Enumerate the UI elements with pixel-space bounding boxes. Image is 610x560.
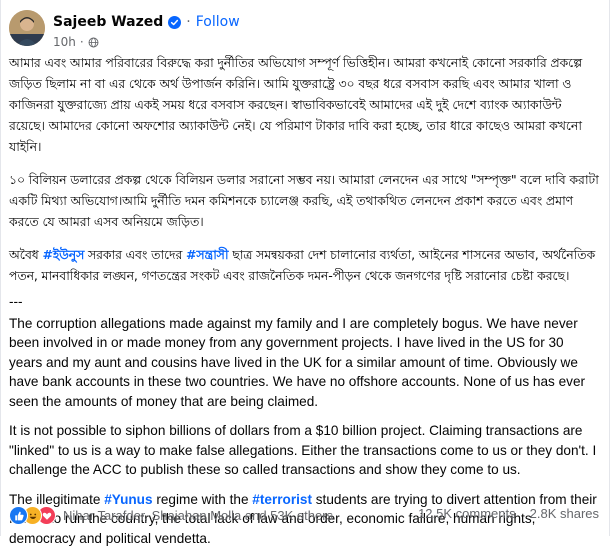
bangla-paragraph-3: অবৈধ #ইউনুস সরকার এবং তাদের #সন্ত্রাসী ছ… xyxy=(9,244,599,286)
post-body: আমার এবং আমার পরিবারের বিরুদ্ধে করা দুর্… xyxy=(9,52,599,560)
english-paragraph-2: It is not possible to siphon billions of… xyxy=(9,423,597,477)
bangla-paragraph-2: ১০ বিলিয়ন ডলারের প্রকল্প থেকে বিলিয়ন ড… xyxy=(9,172,599,229)
post-card: Sajeeb Wazed · Follow 10h · আমার এবং আমা… xyxy=(0,0,610,546)
post-meta: 10h · xyxy=(53,35,99,49)
hashtag-link[interactable]: #ইউনুস xyxy=(42,247,84,262)
post-footer: Nihar Tarafder, Shajahan Molla and 53K o… xyxy=(9,506,603,526)
shares-count[interactable]: 2.8K shares xyxy=(530,506,599,521)
post-header: Sajeeb Wazed · Follow 10h · xyxy=(9,8,589,52)
post-time[interactable]: 10h xyxy=(53,35,76,49)
follow-button[interactable]: Follow xyxy=(196,14,240,30)
author-row: Sajeeb Wazed · Follow xyxy=(53,14,240,30)
english-text: regime with the xyxy=(152,491,253,507)
separator-dot: · xyxy=(186,14,191,30)
hashtag-link[interactable]: #terrorist xyxy=(252,492,312,507)
comments-count[interactable]: 12.5K comments xyxy=(418,506,516,521)
meta-dot: · xyxy=(79,35,84,49)
avatar-image xyxy=(9,10,45,46)
english-paragraph-1: The corruption allegations made against … xyxy=(9,315,586,409)
author-name[interactable]: Sajeeb Wazed xyxy=(53,14,163,30)
globe-icon xyxy=(88,37,99,47)
hashtag-link[interactable]: #সন্ত্রাসী xyxy=(186,247,229,262)
bangla-text: অবৈধ xyxy=(9,247,43,262)
bangla-text: সরকার এবং তাদের xyxy=(84,247,186,262)
language-separator: --- xyxy=(9,294,23,309)
verified-badge-icon xyxy=(168,15,182,29)
english-text: The illegitimate xyxy=(9,491,105,507)
like-reaction-icon xyxy=(9,506,28,525)
bangla-paragraph-1: আমার এবং আমার পরিবারের বিরুদ্ধে করা দুর্… xyxy=(9,55,583,154)
avatar[interactable] xyxy=(9,10,45,46)
reactors-text[interactable]: Nihar Tarafder, Shajahan Molla and 53K o… xyxy=(63,508,333,523)
reaction-summary[interactable]: Nihar Tarafder, Shajahan Molla and 53K o… xyxy=(9,506,333,525)
engagement-counts: 12.5K comments 2.8K shares xyxy=(418,506,599,521)
hashtag-link[interactable]: #Yunus xyxy=(104,492,152,507)
